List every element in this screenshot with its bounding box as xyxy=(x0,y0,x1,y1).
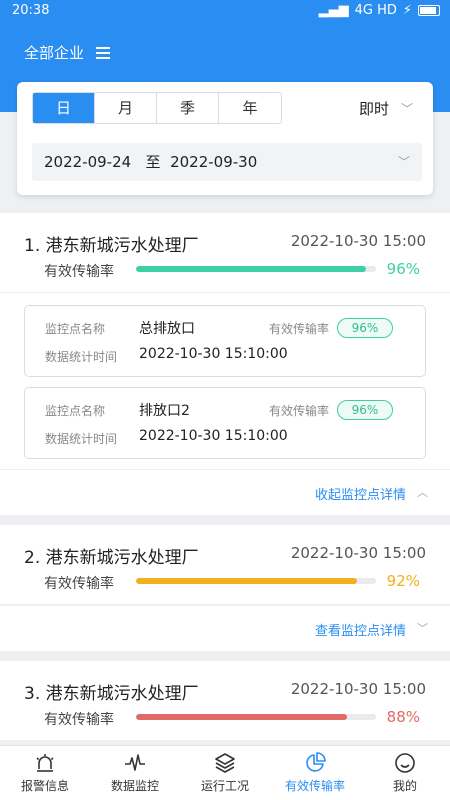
rate-progress-bar xyxy=(136,266,376,272)
bottom-tab-bar: 报警信息 数据监控 运行工况 有效传输率 我的 xyxy=(0,745,450,800)
tab-mine[interactable]: 我的 xyxy=(360,746,450,800)
plant-title: 3. 港东新城污水处理厂 xyxy=(24,684,199,704)
point-name-label: 监控点名称 xyxy=(45,404,106,418)
chevron-down-icon: ﹀ xyxy=(417,622,428,635)
tab-label: 我的 xyxy=(392,779,417,793)
mode-label: 即时 xyxy=(358,100,389,118)
tab-transmission-rate[interactable]: 有效传输率 xyxy=(270,746,360,800)
status-bar: 20:38 ▂▄▆ 4G HD ⚡ xyxy=(0,0,450,24)
plant-header[interactable]: 2. 港东新城污水处理厂 2022-10-30 15:00 有效传输率 92% xyxy=(0,525,450,605)
point-time: 2022-10-30 15:10:00 xyxy=(139,346,288,362)
point-name: 排放口2 xyxy=(139,403,190,419)
rate-percent: 88% xyxy=(386,708,420,726)
rate-progress-bar xyxy=(136,714,376,720)
status-time: 20:38 xyxy=(12,3,50,18)
rate-label: 有效传输率 xyxy=(44,264,114,280)
rate-percent: 96% xyxy=(386,260,420,278)
date-end: 2022-09-30 xyxy=(170,153,258,171)
point-name-label: 监控点名称 xyxy=(45,322,106,336)
chevron-down-icon: ﹀ xyxy=(400,102,413,116)
point-time-label: 数据统计时间 xyxy=(45,350,118,364)
company-filter[interactable]: 全部企业 xyxy=(24,42,111,63)
plant-title: 1. 港东新城污水处理厂 xyxy=(24,236,199,256)
point-time: 2022-10-30 15:10:00 xyxy=(139,428,288,444)
filter-card: 日 月 季 年 即时 ﹀ 2022-09-24 至 2022-09-30 ﹀ xyxy=(17,82,433,195)
tab-label: 有效传输率 xyxy=(284,779,345,793)
date-start: 2022-09-24 xyxy=(44,153,132,171)
rate-label: 有效传输率 xyxy=(44,712,114,728)
tab-label: 运行工况 xyxy=(200,779,249,793)
collapse-points-label: 收起监控点详情 xyxy=(314,488,406,503)
plant-time: 2022-10-30 15:00 xyxy=(290,544,426,562)
monitor-point-card: 监控点名称 排放口2 有效传输率 96% 数据统计时间 2022-10-30 1… xyxy=(24,387,426,459)
period-tab-year[interactable]: 年 xyxy=(219,93,281,123)
battery-icon xyxy=(418,5,440,16)
collapse-points-link[interactable]: 收起监控点详情 ︿ xyxy=(0,469,450,515)
date-range-select[interactable]: 2022-09-24 至 2022-09-30 ﹀ xyxy=(32,143,422,181)
tab-label: 报警信息 xyxy=(20,779,69,793)
expand-points-label: 查看监控点详情 xyxy=(314,624,406,639)
point-name: 总排放口 xyxy=(139,321,195,337)
rate-percent: 92% xyxy=(386,572,420,590)
plant-card: 1. 港东新城污水处理厂 2022-10-30 15:00 有效传输率 96% … xyxy=(0,213,450,515)
plant-card: 2. 港东新城污水处理厂 2022-10-30 15:00 有效传输率 92% … xyxy=(0,525,450,651)
tab-label: 数据监控 xyxy=(110,779,159,793)
chevron-up-icon: ︿ xyxy=(417,486,428,499)
menu-icon[interactable] xyxy=(96,46,111,59)
point-rate-label: 有效传输率 xyxy=(269,322,330,336)
layers-icon xyxy=(180,746,270,774)
chevron-down-icon: ﹀ xyxy=(397,155,410,169)
plant-time: 2022-10-30 15:00 xyxy=(290,232,426,250)
date-separator: 至 xyxy=(145,153,161,171)
point-time-label: 数据统计时间 xyxy=(45,432,118,446)
alarm-icon xyxy=(0,746,90,774)
network-label: 4G HD xyxy=(354,3,397,18)
period-tab-month[interactable]: 月 xyxy=(95,93,157,123)
plant-title: 2. 港东新城污水处理厂 xyxy=(24,548,199,568)
rate-progress-fill xyxy=(136,714,348,720)
pie-chart-icon xyxy=(270,746,360,774)
expand-points-link[interactable]: 查看监控点详情 ﹀ xyxy=(0,605,450,651)
period-tab-day[interactable]: 日 xyxy=(33,93,95,123)
period-tabs: 日 月 季 年 xyxy=(32,92,282,124)
tab-data-monitor[interactable]: 数据监控 xyxy=(90,746,180,800)
rate-progress-fill xyxy=(136,266,367,272)
point-rate-badge: 96% xyxy=(337,318,393,338)
monitor-point-card: 监控点名称 总排放口 有效传输率 96% 数据统计时间 2022-10-30 1… xyxy=(24,305,426,377)
pulse-icon xyxy=(90,746,180,774)
company-filter-label: 全部企业 xyxy=(24,44,85,62)
signal-icon: ▂▄▆ xyxy=(318,3,349,18)
tab-operation[interactable]: 运行工况 xyxy=(180,746,270,800)
rate-label: 有效传输率 xyxy=(44,576,114,592)
mode-select[interactable]: 即时 ﹀ xyxy=(359,98,413,119)
plant-header[interactable]: 1. 港东新城污水处理厂 2022-10-30 15:00 有效传输率 96% xyxy=(0,213,450,293)
rate-progress-bar xyxy=(136,578,376,584)
rate-progress-fill xyxy=(136,578,357,584)
plant-card: 3. 港东新城污水处理厂 2022-10-30 15:00 有效传输率 88% xyxy=(0,661,450,741)
charging-icon: ⚡ xyxy=(402,3,412,18)
smile-icon xyxy=(360,746,450,774)
plant-time: 2022-10-30 15:00 xyxy=(290,680,426,698)
point-rate-badge: 96% xyxy=(337,400,393,420)
plant-header[interactable]: 3. 港东新城污水处理厂 2022-10-30 15:00 有效传输率 88% xyxy=(0,661,450,741)
tab-alarm[interactable]: 报警信息 xyxy=(0,746,90,800)
period-tab-quarter[interactable]: 季 xyxy=(157,93,219,123)
plant-list: 1. 港东新城污水处理厂 2022-10-30 15:00 有效传输率 96% … xyxy=(0,213,450,751)
point-rate-label: 有效传输率 xyxy=(269,404,330,418)
monitor-point-list: 监控点名称 总排放口 有效传输率 96% 数据统计时间 2022-10-30 1… xyxy=(0,293,450,459)
